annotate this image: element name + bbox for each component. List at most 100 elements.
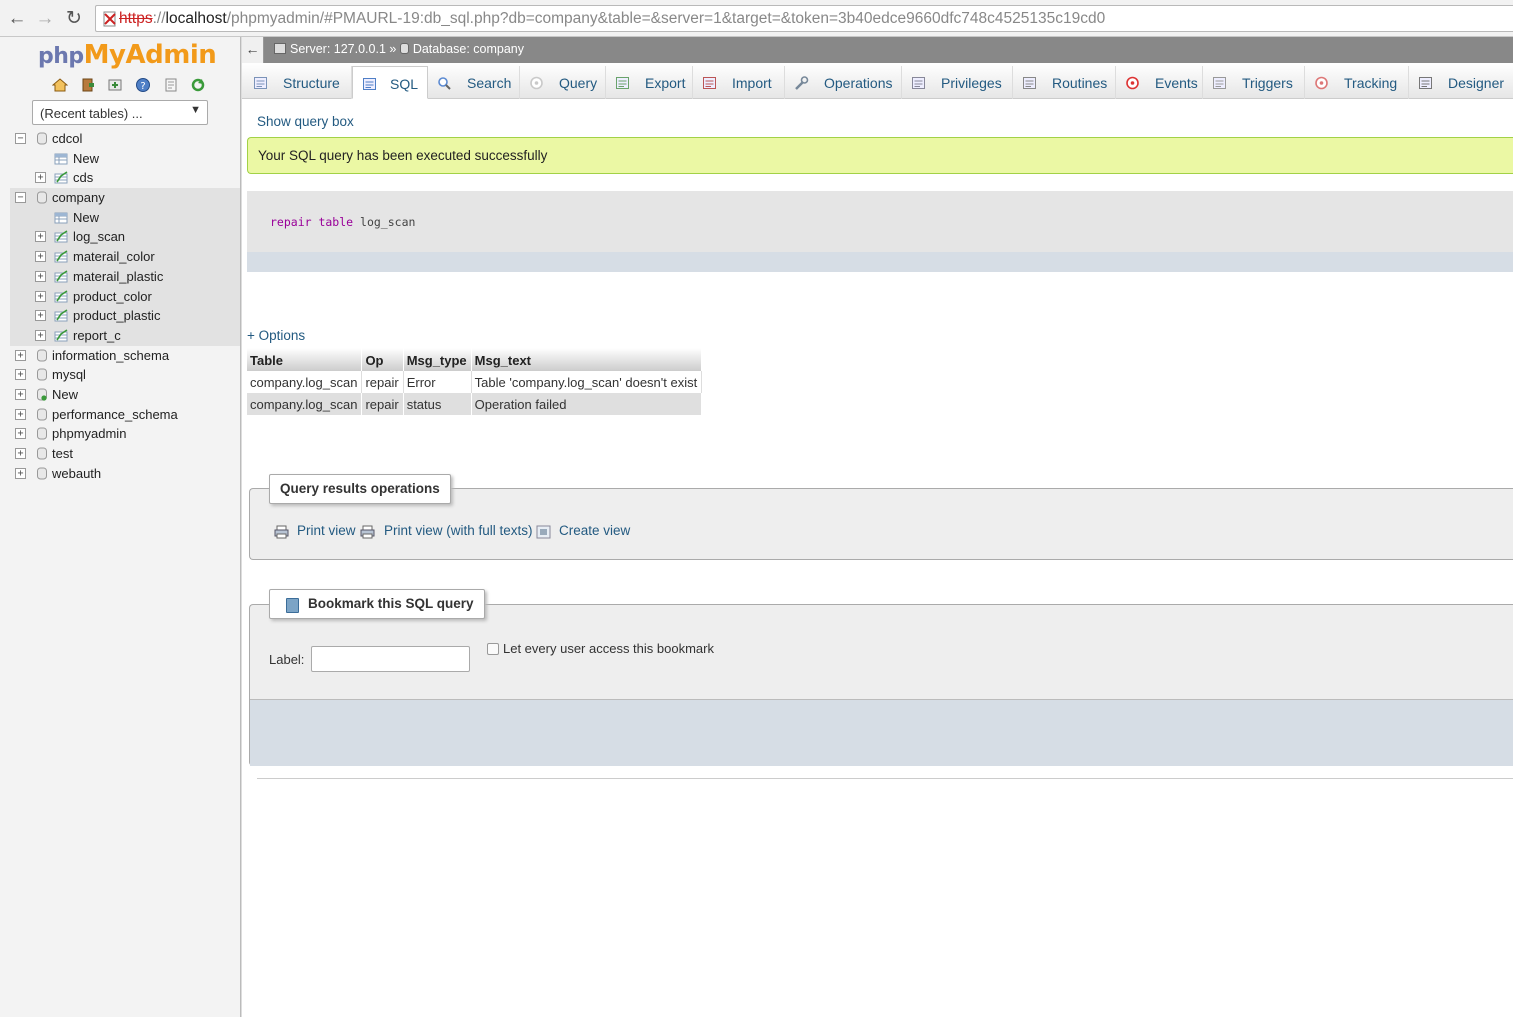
database-icon — [37, 191, 47, 204]
tree-item-product-color[interactable]: + product_color — [10, 286, 240, 307]
print-view-link[interactable]: Print view — [297, 523, 356, 538]
options-toggle[interactable]: + Options — [247, 328, 305, 343]
table-cell: status — [403, 393, 472, 415]
tree-item-New[interactable]: New — [0, 149, 240, 169]
tab-search[interactable]: Search — [428, 66, 520, 99]
tree-item-product-plastic[interactable]: + product_plastic — [10, 306, 240, 326]
import-icon — [703, 77, 716, 89]
expand-icon[interactable]: + — [35, 251, 46, 263]
tree-item-materail-color[interactable]: + materail_color — [10, 247, 240, 267]
forward-arrow-icon[interactable]: → — [34, 8, 56, 30]
tab-tracking[interactable]: Tracking — [1305, 66, 1409, 99]
tab-events[interactable]: Events — [1116, 66, 1203, 99]
help-icon[interactable]: ? — [135, 77, 151, 93]
tab-label: Privileges — [941, 75, 1002, 91]
recent-tables-select[interactable]: (Recent tables) ... ▼ — [32, 100, 208, 125]
tab-label: Routines — [1052, 75, 1108, 91]
expand-icon[interactable]: + — [35, 329, 46, 341]
database-icon — [399, 43, 409, 54]
tree-item-phpmyadmin[interactable]: + phpmyadmin — [0, 424, 240, 444]
tab-label: Triggers — [1242, 75, 1293, 91]
tree-item-cds[interactable]: + cds — [0, 168, 240, 188]
breadcrumb-server[interactable]: Server: 127.0.0.1 — [290, 42, 386, 56]
server-icon — [274, 43, 286, 54]
tab-privileges[interactable]: Privileges — [902, 66, 1013, 99]
phpmyadmin-logo[interactable]: phpMyAdmin — [38, 40, 217, 70]
tree-item-performance-schema[interactable]: + performance_schema — [0, 405, 240, 425]
collapse-icon[interactable]: − — [15, 133, 26, 144]
logout-icon[interactable] — [80, 77, 96, 93]
column-header[interactable]: Table — [247, 348, 363, 371]
routines-icon — [1023, 77, 1036, 89]
tab-export[interactable]: Export — [606, 66, 693, 99]
collapse-icon[interactable]: − — [15, 192, 26, 204]
breadcrumb-bar: ← Server: 127.0.0.1 » Database: company — [242, 37, 1513, 63]
bookmark-share-checkbox[interactable] — [487, 643, 499, 655]
tree-item-company[interactable]: − company — [10, 188, 240, 208]
bookmark-icon — [286, 598, 299, 613]
column-header[interactable]: Op — [361, 348, 404, 371]
tab-label: Events — [1155, 75, 1198, 91]
expand-icon[interactable]: + — [35, 172, 46, 184]
create-view-link[interactable]: Create view — [559, 523, 630, 538]
tab-structure[interactable]: Structure — [244, 66, 352, 99]
reload-icon[interactable]: ↻ — [63, 8, 85, 30]
new-table-icon — [54, 153, 68, 165]
print-icon — [360, 525, 375, 539]
privileges-icon — [912, 77, 925, 89]
tree-item-label: information_schema — [52, 347, 170, 363]
database-icon — [37, 349, 47, 362]
documentation-icon[interactable] — [163, 77, 179, 93]
tree-item-materail-plastic[interactable]: + materail_plastic — [10, 266, 240, 287]
tree-item-report-c[interactable]: + report_c — [10, 325, 240, 346]
tab-routines[interactable]: Routines — [1013, 66, 1116, 99]
query-window-icon[interactable] — [107, 77, 123, 93]
expand-icon[interactable]: + — [15, 388, 26, 400]
tab-label: Structure — [283, 75, 340, 91]
sql-identifier: log_scan — [360, 215, 416, 229]
collapse-navigation-button[interactable]: ← — [242, 37, 264, 63]
tree-item-log-scan[interactable]: + log_scan — [10, 227, 240, 248]
expand-icon[interactable]: + — [35, 290, 46, 302]
breadcrumb: Server: 127.0.0.1 » Database: company — [274, 42, 524, 56]
eye-icon — [1315, 76, 1328, 90]
print-view-full-texts-link[interactable]: Print view (with full texts) — [384, 523, 533, 538]
tree-item-webauth[interactable]: + webauth — [0, 464, 240, 484]
expand-icon[interactable]: + — [35, 270, 46, 282]
tab-triggers[interactable]: Triggers — [1203, 66, 1305, 99]
tree-item-New[interactable]: New — [10, 207, 240, 228]
tree-item-information-schema[interactable]: + information_schema — [0, 346, 240, 366]
tab-designer[interactable]: Designer — [1409, 66, 1513, 99]
tab-label: Tracking — [1344, 75, 1398, 91]
expand-icon[interactable]: + — [15, 467, 26, 479]
address-bar[interactable]: https://localhost/phpmyadmin/#PMAURL-19:… — [95, 5, 1513, 32]
reload-navigation-icon[interactable] — [190, 77, 206, 93]
column-header[interactable]: Msg_type — [403, 348, 472, 371]
expand-icon[interactable]: + — [35, 310, 46, 322]
tab-import[interactable]: Import — [693, 66, 785, 99]
table-row: company.log_scan repair Error Table 'compan… — [247, 371, 703, 393]
expand-icon[interactable]: + — [15, 349, 26, 361]
expand-icon[interactable]: + — [35, 231, 46, 243]
home-icon[interactable] — [52, 77, 68, 93]
expand-icon[interactable]: + — [15, 448, 26, 459]
bookmark-label-input[interactable] — [311, 646, 470, 672]
tree-item-New[interactable]: + New — [0, 385, 240, 405]
expand-icon[interactable]: + — [15, 369, 26, 381]
breadcrumb-database[interactable]: Database: company — [413, 42, 524, 56]
back-arrow-icon[interactable]: ← — [6, 8, 28, 30]
tab-query[interactable]: Query — [520, 66, 606, 99]
expand-icon[interactable]: + — [15, 408, 26, 420]
tab-operations[interactable]: Operations — [785, 66, 902, 99]
sql-icon — [363, 78, 376, 90]
quick-icons: ? — [52, 77, 214, 93]
bookmark-share-label[interactable]: Let every user access this bookmark — [503, 641, 714, 656]
tree-item-mysql[interactable]: + mysql — [0, 365, 240, 385]
tree-item-test[interactable]: + test — [0, 444, 240, 464]
tree-item-label: New — [73, 150, 100, 166]
expand-icon[interactable]: + — [15, 428, 26, 440]
tab-sql[interactable]: SQL — [352, 66, 428, 99]
show-query-box-link[interactable]: Show query box — [257, 114, 354, 129]
tree-item-cdcol[interactable]: − cdcol — [0, 129, 240, 149]
column-header[interactable]: Msg_text — [471, 348, 703, 371]
